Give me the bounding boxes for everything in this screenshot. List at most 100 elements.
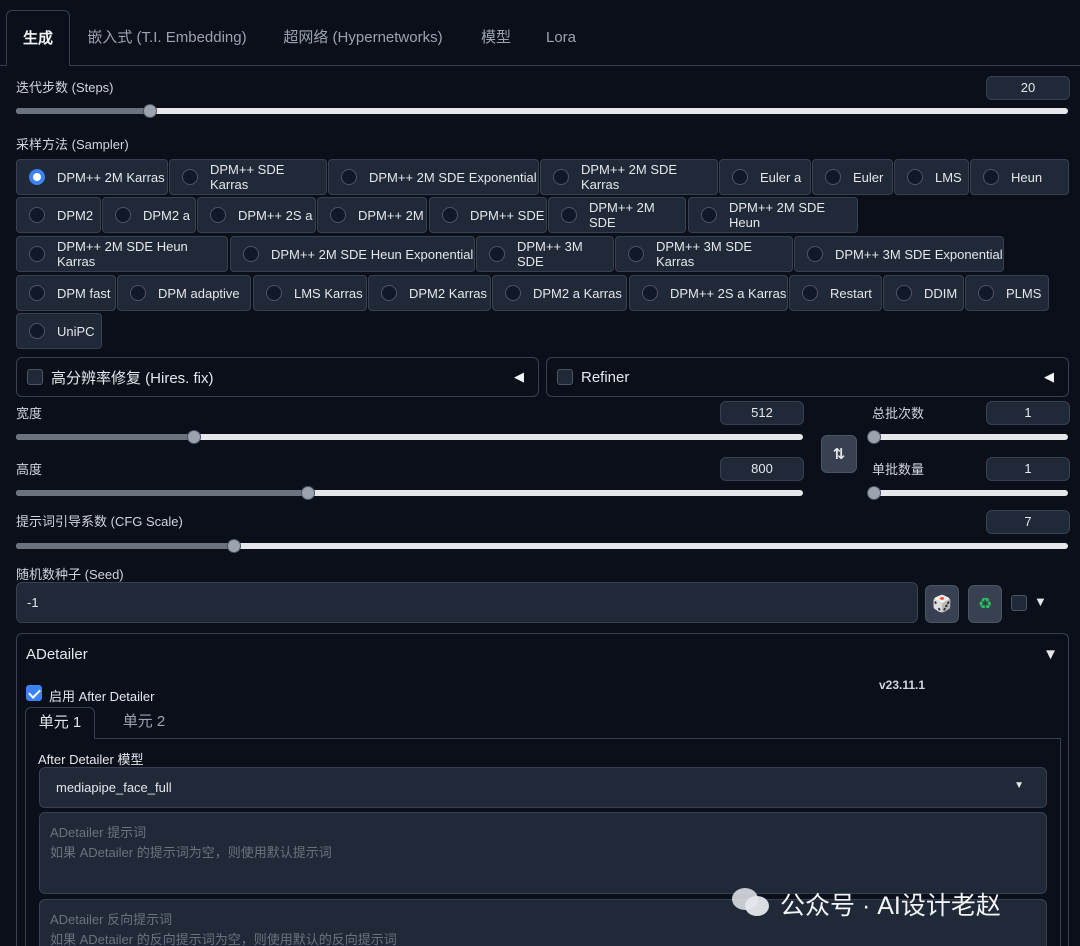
width-label: 宽度 — [16, 406, 43, 421]
random-seed-button[interactable]: 🎲 — [925, 585, 959, 623]
unit-tab-1[interactable]: 单元 1 — [25, 707, 95, 739]
batch-count-slider[interactable] — [867, 430, 1068, 444]
radio-dot — [505, 285, 521, 301]
unit-tab-2[interactable]: 单元 2 — [109, 707, 179, 739]
sampler-option-label: DPM++ 2M SDE Heun Exponential — [271, 246, 474, 262]
sampler-option[interactable]: Euler — [812, 159, 893, 195]
sampler-option-label: DPM++ 2M SDE Exponential — [369, 169, 537, 185]
collapse-down-icon[interactable]: ▼ — [1043, 646, 1058, 663]
cfg-slider[interactable] — [16, 539, 1068, 553]
sampler-option[interactable]: LMS — [894, 159, 969, 195]
batch-size-input[interactable]: 1 — [986, 457, 1070, 481]
sampler-option-label: DPM++ 3M SDE Karras — [656, 239, 753, 269]
sampler-option[interactable]: DPM++ SDE Karras — [169, 159, 327, 195]
sampler-option[interactable]: DPM++ 2M SDE Heun Karras — [16, 236, 228, 272]
sampler-option[interactable]: DPM2 a Karras — [492, 275, 627, 311]
height-input[interactable]: 800 — [720, 457, 804, 481]
adetailer-enable-checkbox[interactable] — [26, 685, 42, 701]
steps-slider[interactable] — [16, 104, 1068, 118]
sampler-option-label: DPM++ 2M — [358, 207, 424, 223]
height-slider[interactable] — [16, 486, 803, 500]
sampler-option-label: DPM2 — [57, 207, 94, 223]
sampler-option[interactable]: LMS Karras — [253, 275, 367, 311]
radio-dot — [642, 285, 658, 301]
refiner-label: Refiner — [581, 368, 630, 386]
adetailer-prompt-input[interactable]: ADetailer 提示词 如果 ADetailer 的提示词为空，则使用默认提… — [39, 812, 1047, 894]
sampler-option[interactable]: DPM++ 2M SDE Heun Exponential — [230, 236, 475, 272]
extra-seed-checkbox[interactable] — [1011, 595, 1027, 611]
width-slider[interactable] — [16, 430, 803, 444]
sampler-option[interactable]: DPM++ 3M SDE — [476, 236, 614, 272]
batch-size-slider[interactable] — [867, 486, 1068, 500]
batch-count-label: 总批次数 — [872, 406, 925, 421]
sampler-option-label: DPM++ 2M SDE Heun Karras — [57, 239, 188, 269]
tab-lora[interactable]: Lora — [536, 10, 586, 66]
cfg-input[interactable]: 7 — [986, 510, 1070, 534]
sampler-option[interactable]: DPM++ 2M Karras — [16, 159, 168, 195]
width-input[interactable]: 512 — [720, 401, 804, 425]
wechat-icon — [732, 884, 772, 918]
sampler-option[interactable]: DPM fast — [16, 275, 116, 311]
extra-seed-expand-icon[interactable]: ▼ — [1034, 594, 1047, 609]
seed-label: 随机数种子 (Seed) — [16, 567, 124, 582]
sampler-option[interactable]: PLMS — [965, 275, 1049, 311]
seed-input[interactable]: -1 — [16, 582, 918, 623]
sampler-option[interactable]: DPM++ 2M SDE Heun — [688, 197, 858, 233]
sampler-option[interactable]: Euler a — [719, 159, 811, 195]
prompt-placeholder: 如果 ADetailer 的提示词为空，则使用默认提示词 — [50, 845, 332, 860]
tab-bar: 生成 嵌入式 (T.I. Embedding) 超网络 (Hypernetwor… — [0, 0, 1080, 66]
sampler-option[interactable]: DPM++ 2S a — [197, 197, 316, 233]
slider-thumb[interactable] — [226, 539, 241, 553]
sampler-option-label: DPM++ 2S a Karras — [670, 285, 787, 301]
slider-thumb[interactable] — [300, 486, 315, 500]
slider-thumb[interactable] — [867, 486, 881, 500]
model-select[interactable]: mediapipe_face_full ▼ — [39, 767, 1047, 808]
radio-dot — [330, 207, 346, 223]
tab-hypernetworks[interactable]: 超网络 (Hypernetworks) — [272, 10, 454, 66]
sampler-option[interactable]: Heun — [970, 159, 1069, 195]
sampler-option[interactable]: DDIM — [883, 275, 964, 311]
tab-models[interactable]: 模型 — [472, 10, 520, 66]
hires-fix-checkbox[interactable] — [27, 369, 43, 385]
sampler-option[interactable]: DPM2 — [16, 197, 101, 233]
sampler-option[interactable]: DPM++ 2M SDE Exponential — [328, 159, 539, 195]
sampler-option[interactable]: Restart — [789, 275, 882, 311]
adetailer-enable-label: 启用 After Detailer — [49, 689, 155, 704]
tab-generate[interactable]: 生成 — [6, 10, 70, 66]
chevron-down-icon: ▼ — [1014, 780, 1024, 791]
slider-thumb[interactable] — [186, 430, 201, 444]
sampler-option-label: DPM++ 3M SDE Exponential — [835, 246, 1003, 262]
collapse-left-icon[interactable]: ◀ — [514, 369, 524, 385]
sampler-option[interactable]: DPM++ 3M SDE Exponential — [794, 236, 1004, 272]
hires-fix-accordion[interactable]: 高分辨率修复 (Hires. fix) ◀ — [16, 357, 539, 397]
refiner-checkbox[interactable] — [557, 369, 573, 385]
adetailer-title[interactable]: ADetailer — [26, 646, 88, 663]
sampler-option[interactable]: UniPC — [16, 313, 102, 349]
slider-thumb[interactable] — [867, 430, 881, 444]
steps-input[interactable]: 20 — [986, 76, 1070, 100]
swap-icon: ⇅ — [832, 446, 846, 463]
sampler-option[interactable]: DPM++ 3M SDE Karras — [615, 236, 793, 272]
sampler-option[interactable]: DPM++ 2M SDE Karras — [540, 159, 718, 195]
sampler-option[interactable]: DPM++ 2M — [317, 197, 427, 233]
swap-dimensions-button[interactable]: ⇅ — [821, 435, 857, 473]
sampler-option-label: DPM++ 2M SDE Heun — [729, 200, 826, 230]
sampler-option-label: DPM2 Karras — [409, 285, 488, 301]
sampler-option[interactable]: DPM++ 2M SDE — [548, 197, 686, 233]
slider-thumb[interactable] — [143, 104, 158, 118]
sampler-option[interactable]: DPM2 a — [102, 197, 196, 233]
collapse-left-icon[interactable]: ◀ — [1044, 369, 1054, 385]
refiner-accordion[interactable]: Refiner ◀ — [546, 357, 1069, 397]
sampler-option[interactable]: DPM++ 2S a Karras — [629, 275, 788, 311]
sampler-option[interactable]: DPM2 Karras — [368, 275, 491, 311]
radio-dot — [210, 207, 226, 223]
radio-dot — [29, 285, 45, 301]
sampler-option[interactable]: DPM adaptive — [117, 275, 251, 311]
radio-dot — [628, 246, 644, 262]
steps-label: 迭代步数 (Steps) — [16, 80, 114, 95]
adetailer-version: v23.11.1 — [879, 678, 926, 692]
tab-embedding[interactable]: 嵌入式 (T.I. Embedding) — [80, 10, 254, 66]
batch-count-input[interactable]: 1 — [986, 401, 1070, 425]
sampler-option[interactable]: DPM++ SDE — [429, 197, 547, 233]
reuse-seed-button[interactable]: ♻ — [968, 585, 1002, 623]
